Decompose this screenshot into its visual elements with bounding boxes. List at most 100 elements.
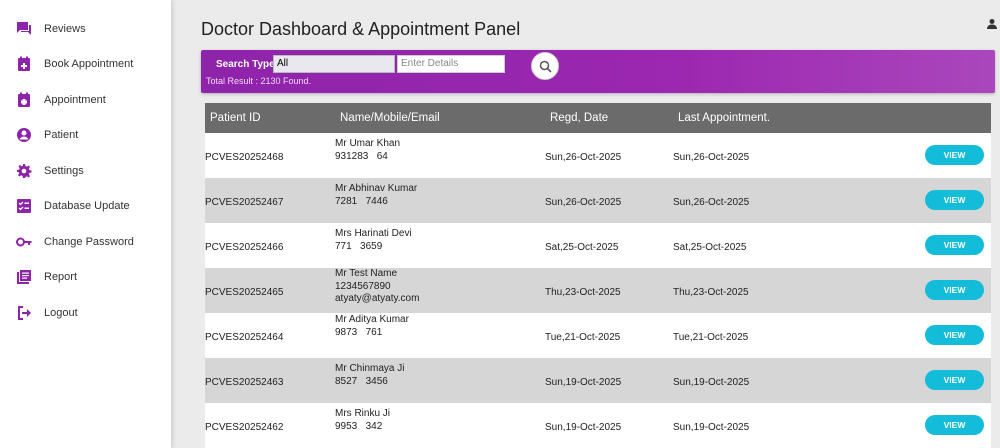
regd-date: Sun,19-Oct-2025	[545, 422, 622, 433]
sidebar-item-label: Logout	[44, 307, 78, 319]
patient-id: PCVES20252466	[205, 242, 284, 253]
sidebar-item-label: Database Update	[44, 200, 130, 212]
patient-name: Mr Umar Khan	[335, 138, 401, 149]
patient-contact: Mr Umar Khan 931283 64	[335, 138, 400, 163]
regd-date: Tue,21-Oct-2025	[545, 332, 621, 343]
patient-name: Mr Aditya Kumar	[335, 314, 409, 325]
sidebar-item-label: Appointment	[44, 94, 106, 106]
main-content: Doctor Dashboard & Appointment Panel Sea…	[171, 0, 1000, 448]
total-result: Total Result : 2130 Found.	[206, 76, 312, 86]
view-button[interactable]: VIEW	[925, 145, 984, 165]
search-icon	[539, 60, 552, 73]
patient-mobile: 8527 3456	[335, 375, 388, 387]
patient-mobile: 7281 7446	[335, 195, 388, 207]
sidebar-item-label: Report	[44, 271, 78, 283]
last-appointment: Sat,25-Oct-2025	[673, 242, 747, 253]
last-appointment: Sun,26-Oct-2025	[673, 152, 750, 163]
view-button[interactable]: VIEW	[925, 325, 984, 345]
key-icon	[16, 234, 32, 250]
sidebar-item-database-update[interactable]: Database Update	[0, 191, 171, 221]
sidebar-item-label: Change Password	[44, 236, 134, 248]
patient-name: Mr Chinmaya Ji	[335, 363, 405, 374]
patient-id: PCVES20252462	[205, 422, 284, 433]
column-header: Last Appointment.	[678, 112, 771, 124]
view-button[interactable]: VIEW	[925, 370, 984, 390]
last-appointment: Sun,26-Oct-2025	[673, 197, 750, 208]
search-type-select[interactable]: All	[273, 55, 395, 73]
regd-date: Sun,19-Oct-2025	[545, 377, 622, 388]
patient-contact: Mr Aditya Kumar 9873 761	[335, 314, 409, 339]
patient-id: PCVES20252465	[205, 287, 284, 298]
calendar-icon	[16, 92, 32, 108]
search-bar: Search Type: All Enter Details Total Res…	[201, 50, 995, 93]
sidebar: Reviews Book Appointment Appointment Pat…	[0, 0, 171, 448]
sidebar-item-report[interactable]: Report	[0, 262, 171, 292]
sidebar-item-reviews[interactable]: Reviews	[0, 14, 171, 44]
view-button[interactable]: VIEW	[925, 415, 984, 435]
sidebar-item-logout[interactable]: Logout	[0, 298, 171, 328]
patient-contact: Mr Abhinav Kumar 7281 7446	[335, 183, 417, 208]
last-appointment: Tue,21-Oct-2025	[673, 332, 749, 343]
sidebar-item-label: Reviews	[44, 23, 86, 35]
checklist-icon	[16, 198, 32, 214]
patient-mobile: 9953 342	[335, 420, 383, 432]
sidebar-item-settings[interactable]: Settings	[0, 156, 171, 186]
sidebar-item-label: Settings	[44, 165, 84, 177]
table-row: PCVES20252463 Mr Chinmaya Ji 8527 3456 S…	[205, 358, 991, 403]
patient-id: PCVES20252467	[205, 197, 284, 208]
patient-id: PCVES20252463	[205, 377, 284, 388]
last-appointment: Thu,23-Oct-2025	[673, 287, 749, 298]
view-button[interactable]: VIEW	[925, 235, 984, 255]
regd-date: Sat,25-Oct-2025	[545, 242, 619, 253]
sidebar-item-book-appointment[interactable]: Book Appointment	[0, 49, 171, 79]
patient-mobile: 931283 64	[335, 150, 388, 162]
patient-id: PCVES20252468	[205, 152, 284, 163]
search-type-label: Search Type:	[216, 59, 279, 70]
patient-contact: Mr Chinmaya Ji 8527 3456	[335, 363, 404, 388]
gear-icon	[16, 163, 32, 179]
sidebar-item-label: Book Appointment	[44, 58, 134, 70]
patients-table: Patient ID Name/Mobile/Email Regd, Date …	[205, 103, 991, 448]
last-appointment: Sun,19-Oct-2025	[673, 422, 750, 433]
regd-date: Sun,26-Oct-2025	[545, 197, 622, 208]
calendar-add-icon	[16, 56, 32, 72]
table-row: PCVES20252464 Mr Aditya Kumar 9873 761 T…	[205, 313, 991, 358]
search-button[interactable]	[531, 52, 559, 80]
patient-mobile: 9873 761	[335, 326, 383, 338]
table-row: PCVES20252465 Mr Test Name 1234567890 at…	[205, 268, 991, 313]
sidebar-item-label: Patient	[44, 129, 79, 141]
regd-date: Sun,26-Oct-2025	[545, 152, 622, 163]
patient-mobile: 1234567890	[335, 280, 391, 292]
sidebar-item-change-password[interactable]: Change Password	[0, 227, 171, 257]
column-header: Name/Mobile/Email	[340, 112, 440, 124]
patient-name: Mr Test Name	[335, 268, 398, 279]
table-row: PCVES20252466 Mrs Harinati Devi 771 3659…	[205, 223, 991, 268]
view-button[interactable]: VIEW	[925, 280, 984, 300]
view-button[interactable]: VIEW	[925, 190, 984, 210]
page-title: Doctor Dashboard & Appointment Panel	[201, 19, 521, 39]
regd-date: Thu,23-Oct-2025	[545, 287, 621, 298]
last-appointment: Sun,19-Oct-2025	[673, 377, 750, 388]
column-header: Patient ID	[210, 112, 261, 124]
patient-email: atyaty@atyaty.com	[335, 293, 420, 304]
table-row: PCVES20252468 Mr Umar Khan 931283 64 Sun…	[205, 133, 991, 178]
table-row: PCVES20252467 Mr Abhinav Kumar 7281 7446…	[205, 178, 991, 223]
sidebar-item-patient[interactable]: Patient	[0, 120, 171, 150]
table-header: Patient ID Name/Mobile/Email Regd, Date …	[205, 103, 991, 133]
person-icon[interactable]	[986, 17, 998, 29]
sidebar-item-appointment[interactable]: Appointment	[0, 85, 171, 115]
chat-icon	[16, 21, 32, 37]
report-icon	[16, 269, 32, 285]
patient-contact: Mr Test Name 1234567890 atyaty@atyaty.co…	[335, 268, 419, 306]
table-row: PCVES20252462 Mrs Rinku Ji 9953 342 Sun,…	[205, 403, 991, 448]
logout-icon	[16, 305, 32, 321]
patient-name: Mrs Rinku Ji	[335, 408, 391, 419]
account-circle-icon	[16, 127, 32, 143]
search-details-input[interactable]: Enter Details	[397, 55, 505, 73]
patient-mobile: 771 3659	[335, 240, 383, 252]
patient-contact: Mrs Harinati Devi 771 3659	[335, 228, 412, 253]
patient-name: Mr Abhinav Kumar	[335, 183, 418, 194]
column-header: Regd, Date	[550, 112, 609, 124]
patient-id: PCVES20252464	[205, 332, 284, 343]
patient-contact: Mrs Rinku Ji 9953 342	[335, 408, 390, 433]
